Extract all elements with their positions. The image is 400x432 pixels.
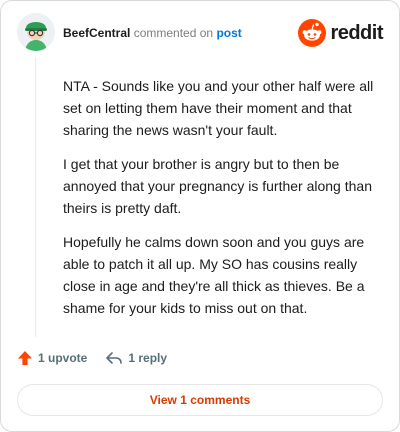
upvote-arrow-icon — [18, 351, 32, 365]
comment-paragraph: Hopefully he calms down soon and you guy… — [63, 234, 365, 316]
comment-byline: BeefCentral commented on post — [63, 25, 242, 41]
reddit-brand[interactable]: reddit — [298, 19, 383, 47]
comment-header: BeefCentral commented on post reddit — [17, 13, 383, 53]
reddit-logo-icon — [298, 19, 327, 47]
brand-name: reddit — [330, 22, 383, 44]
reply-arrow-icon — [106, 352, 123, 364]
comment-paragraph: I get that your brother is angry but to … — [63, 156, 372, 216]
comment-actions: 1 upvote 1 reply — [17, 347, 167, 369]
username-link[interactable]: BeefCentral — [63, 26, 130, 40]
upvote-count: 1 upvote — [38, 351, 88, 365]
view-comments-button[interactable]: View 1 comments — [17, 384, 383, 416]
thread-line — [35, 57, 36, 337]
avatar-image — [17, 13, 55, 51]
comment-card: BeefCentral commented on post reddit NTA… — [0, 0, 400, 432]
upvote-button[interactable]: 1 upvote — [17, 350, 87, 366]
reply-count: 1 reply — [128, 351, 168, 365]
reply-button[interactable]: 1 reply — [105, 351, 167, 365]
action-text: commented on — [133, 26, 214, 40]
comment-paragraph: NTA - Sounds like you and your other hal… — [63, 78, 374, 138]
post-link[interactable]: post — [216, 26, 241, 40]
comment-body: NTA - Sounds like you and your other hal… — [63, 75, 377, 331]
user-avatar[interactable] — [17, 13, 55, 51]
